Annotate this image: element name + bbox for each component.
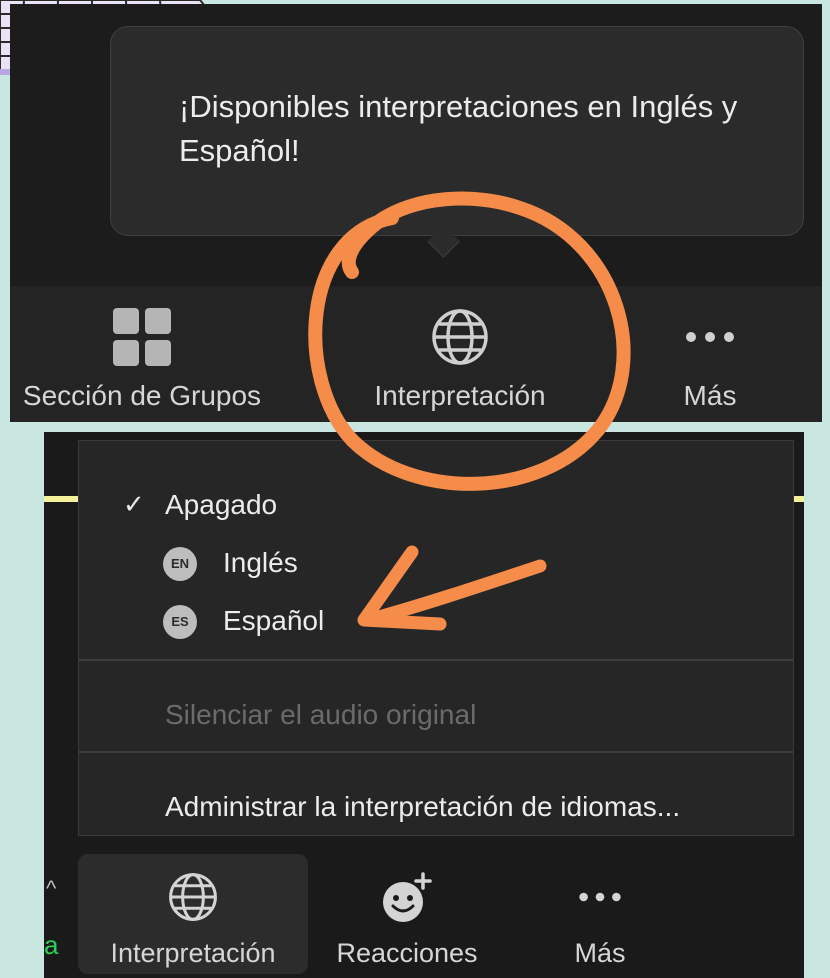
english-badge-icon: EN — [163, 547, 197, 581]
checkmark-icon: ✓ — [123, 489, 145, 519]
manage-interpretation-label: Administrar la interpretación de idiomas… — [165, 791, 681, 822]
tooltip-text: ¡Disponibles interpretaciones en Inglés … — [179, 89, 738, 168]
interpretation-tooltip: ¡Disponibles interpretaciones en Inglés … — [110, 26, 804, 236]
smiley-add-icon — [383, 872, 432, 922]
menu-item-english[interactable]: EN Inglés — [79, 535, 793, 591]
interpretation-label: Interpretación — [110, 938, 276, 968]
video-tile-highlight — [44, 496, 78, 502]
more-button[interactable]: Más — [530, 854, 670, 974]
reactions-button[interactable]: Reacciones — [314, 854, 500, 974]
more-button[interactable]: Más — [642, 286, 778, 422]
interpretation-button-active[interactable]: Interpretación — [78, 854, 308, 974]
more-icon — [686, 332, 734, 342]
breakout-rooms-button[interactable]: Sección de Grupos — [0, 286, 300, 422]
chevron-up-icon[interactable]: ^ — [46, 876, 56, 902]
interpretation-label: Interpretación — [374, 380, 546, 411]
video-tile-highlight-right — [794, 496, 804, 502]
meeting-toolbar-bottom: ^ a Interpretación Reacciones Más — [44, 838, 804, 978]
grid-icon — [113, 308, 171, 366]
zoom-toolbar-bottom-panel: ✓ Apagado EN Inglés ES Español Silenciar… — [44, 432, 804, 978]
globe-icon — [169, 873, 217, 921]
truncated-toolbar-label: a — [44, 930, 59, 960]
menu-item-spanish[interactable]: ES Español — [79, 593, 793, 649]
menu-item-off-label: Apagado — [165, 489, 278, 520]
menu-item-english-label: Inglés — [223, 547, 298, 578]
meeting-toolbar-top: Sección de Grupos Interpretación Más — [10, 286, 822, 422]
menu-item-off[interactable]: ✓ Apagado — [79, 477, 793, 533]
breakout-rooms-label: Sección de Grupos — [22, 380, 262, 411]
more-label: Más — [683, 380, 737, 411]
manage-interpretation-item[interactable]: Administrar la interpretación de idiomas… — [79, 779, 793, 835]
spanish-badge-icon: ES — [163, 605, 197, 639]
interpretation-button[interactable]: Interpretación — [328, 286, 592, 422]
globe-icon — [432, 309, 488, 365]
mute-original-audio-label: Silenciar el audio original — [165, 699, 477, 730]
menu-divider — [79, 751, 793, 753]
more-label: Más — [574, 938, 626, 968]
mute-original-audio-item: Silenciar el audio original — [79, 687, 793, 743]
menu-divider — [79, 659, 793, 661]
more-icon — [579, 892, 621, 902]
menu-item-spanish-label: Español — [223, 605, 325, 636]
interpretation-menu: ✓ Apagado EN Inglés ES Español Silenciar… — [78, 440, 794, 836]
zoom-toolbar-top-panel: ¡Disponibles interpretaciones en Inglés … — [10, 4, 822, 422]
reactions-label: Reacciones — [336, 938, 478, 968]
